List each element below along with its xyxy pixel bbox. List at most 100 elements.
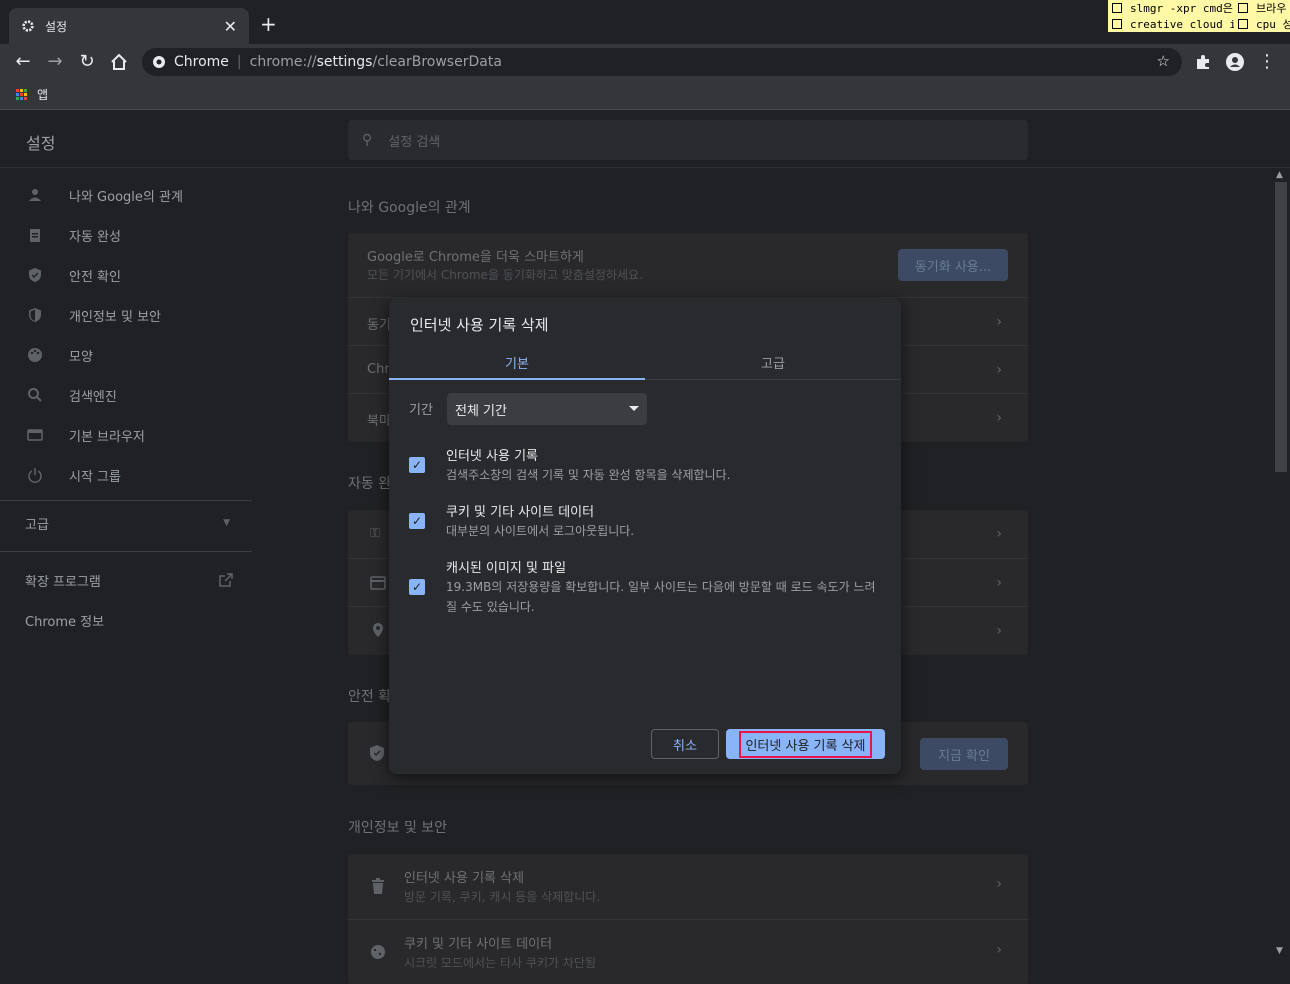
sidebar-item-label: 검색엔진 — [69, 389, 117, 405]
time-range-value: 전체 기간 — [455, 403, 507, 419]
checkbox-cookies[interactable]: ✓ — [409, 513, 425, 529]
chevron-right-icon: › — [996, 876, 1002, 892]
tab-basic[interactable]: 기본 — [389, 344, 645, 380]
close-tab-icon[interactable]: ✕ — [224, 17, 237, 36]
settings-search-input[interactable]: ⚲ 설정 검색 — [348, 120, 1028, 160]
url-text: chrome://settings/clearBrowserData — [250, 54, 502, 70]
sticky-item-label: creative cloud i — [1130, 17, 1234, 31]
chevron-right-icon: › — [996, 942, 1002, 958]
sidebar-item-search-engine[interactable]: 검색엔진 — [0, 375, 256, 415]
sync-button[interactable]: 동기화 사용... — [898, 249, 1008, 281]
option-description: 검색주소창의 검색 기록 및 자동 완성 항목을 삭제합니다. — [446, 468, 731, 482]
search-icon — [26, 386, 44, 404]
section-title-privacy: 개인정보 및 보안 — [348, 820, 448, 836]
chevron-down-icon: ▼ — [223, 518, 230, 528]
sidebar-item-label: 모양 — [69, 349, 93, 365]
sticky-item[interactable]: 브라우 — [1234, 0, 1290, 16]
sidebar-item-about[interactable]: Chrome 정보 — [0, 600, 256, 640]
sidebar-item-extensions[interactable]: 확장 프로그램 — [0, 560, 256, 600]
checkbox-icon — [1112, 3, 1122, 13]
cookie-icon — [371, 945, 385, 959]
checkbox-icon — [1238, 19, 1248, 29]
row-label: 인터넷 사용 기록 삭제 — [404, 871, 525, 886]
card-row-clear-browsing-data[interactable]: 인터넷 사용 기록 삭제 방문 기록, 쿠키, 캐시 등을 삭제합니다. › — [348, 854, 1028, 919]
tab-advanced[interactable]: 고급 — [645, 344, 901, 380]
checkbox-browsing-history[interactable]: ✓ — [409, 457, 425, 473]
scroll-up-arrow-icon[interactable]: ▲ — [1276, 170, 1283, 180]
bookmarks-bar: 앱 — [0, 80, 1290, 110]
sticky-item-label: 브라우 — [1256, 2, 1287, 15]
sticky-item[interactable]: slmgr -xpr cmd은 — [1108, 0, 1234, 16]
settings-header: 설정 ⚲ 설정 검색 — [0, 112, 1290, 168]
option-description: 대부분의 사이트에서 로그아웃됩니다. — [446, 524, 635, 538]
sidebar-advanced-toggle[interactable]: 고급 ▼ — [0, 503, 256, 543]
sidebar-item-label: 개인정보 및 보안 — [69, 309, 161, 325]
address-bar[interactable]: Chrome | chrome://settings/clearBrowserD… — [142, 48, 1182, 76]
profile-icon[interactable] — [1225, 52, 1245, 72]
option-description: 19.3MB의 저장용량을 확보합니다. 일부 사이트는 다음에 방문할 때 로… — [446, 580, 876, 614]
sticky-item[interactable]: creative cloud i — [1108, 18, 1234, 31]
gear-icon — [22, 20, 34, 32]
forward-icon[interactable]: → — [45, 52, 65, 72]
shield-check-icon — [370, 745, 384, 761]
checkbox-cached-files[interactable]: ✓ — [409, 579, 425, 595]
sidebar-item-on-startup[interactable]: 시작 그룹 — [0, 455, 256, 495]
key-icon: ⚿ — [370, 526, 380, 541]
reload-icon[interactable]: ↻ — [77, 52, 97, 72]
back-icon[interactable]: ← — [13, 52, 33, 72]
new-tab-button[interactable]: + — [260, 12, 277, 36]
cancel-button[interactable]: 취소 — [651, 729, 719, 759]
page-scrollbar[interactable]: ▲ ▼ — [1272, 168, 1290, 961]
settings-sidebar: 나와 Google의 관계 자동 완성 안전 확인 개인정보 및 보안 모양 검… — [0, 168, 256, 961]
site-label: Chrome — [174, 54, 229, 70]
bookmark-star-icon[interactable]: ☆ — [1157, 52, 1170, 70]
scroll-down-arrow-icon[interactable]: ▼ — [1276, 946, 1283, 956]
sticky-note-overlay: slmgr -xpr cmd은 브라우 creative cloud i cpu… — [1108, 0, 1290, 32]
option-title: 인터넷 사용 기록 — [446, 449, 538, 464]
scrollbar-thumb[interactable] — [1275, 182, 1287, 472]
checkbox-icon — [1238, 3, 1248, 13]
apps-label[interactable]: 앱 — [37, 86, 48, 103]
dropdown-caret-icon — [629, 406, 639, 411]
sidebar-item-appearance[interactable]: 모양 — [0, 335, 256, 375]
sidebar-advanced-label: 고급 — [25, 517, 49, 533]
sticky-item[interactable]: cpu 성 — [1234, 16, 1290, 32]
person-icon — [26, 186, 44, 204]
sidebar-item-label: Chrome 정보 — [25, 614, 105, 630]
card-row-cookies[interactable]: 쿠키 및 기타 사이트 데이터 시크릿 모드에서는 타사 쿠키가 차단됨 › — [348, 919, 1028, 984]
clear-data-button[interactable]: 인터넷 사용 기록 삭제 — [726, 729, 885, 759]
sidebar-item-default-browser[interactable]: 기본 브라우저 — [0, 415, 256, 455]
section-title-you-and-google: 나와 Google의 관계 — [348, 200, 471, 216]
credit-card-icon — [370, 576, 386, 590]
trash-icon — [372, 878, 384, 894]
home-icon[interactable] — [109, 52, 129, 72]
shield-icon — [26, 306, 44, 324]
sidebar-item-privacy[interactable]: 개인정보 및 보안 — [0, 295, 256, 335]
section-title-safety: 안전 확 — [348, 689, 392, 705]
shield-check-icon — [26, 266, 44, 284]
menu-kebab-icon[interactable]: ⋮ — [1257, 52, 1277, 72]
sidebar-item-autofill[interactable]: 자동 완성 — [0, 215, 256, 255]
clipboard-icon — [26, 226, 44, 244]
apps-grid-icon[interactable] — [16, 89, 27, 100]
url-host: settings — [316, 54, 373, 70]
page-title: 설정 — [26, 134, 56, 153]
search-placeholder: 설정 검색 — [388, 134, 441, 150]
sidebar-item-you-and-google[interactable]: 나와 Google의 관계 — [0, 175, 256, 215]
sidebar-item-label: 안전 확인 — [69, 269, 121, 285]
url-path: /clearBrowserData — [372, 54, 502, 70]
palette-icon — [26, 346, 44, 364]
sticky-item-label: slmgr -xpr cmd은 — [1130, 2, 1233, 15]
row-label: 북마 — [367, 414, 391, 429]
time-range-select[interactable]: 전체 기간 — [447, 393, 647, 425]
extensions-puzzle-icon[interactable] — [1193, 52, 1213, 72]
sidebar-item-safety-check[interactable]: 안전 확인 — [0, 255, 256, 295]
sync-promo-subtitle: 모든 기기에서 Chrome을 동기화하고 맞춤설정하세요. — [367, 268, 643, 282]
sidebar-item-label: 시작 그룹 — [69, 469, 121, 485]
power-icon — [26, 466, 44, 484]
row-label: Chr — [367, 362, 390, 377]
safety-check-button[interactable]: 지금 확인 — [920, 738, 1008, 770]
tab-settings[interactable]: 설정 ✕ — [9, 8, 249, 44]
checkbox-icon — [1112, 19, 1122, 29]
browser-icon — [26, 426, 44, 444]
